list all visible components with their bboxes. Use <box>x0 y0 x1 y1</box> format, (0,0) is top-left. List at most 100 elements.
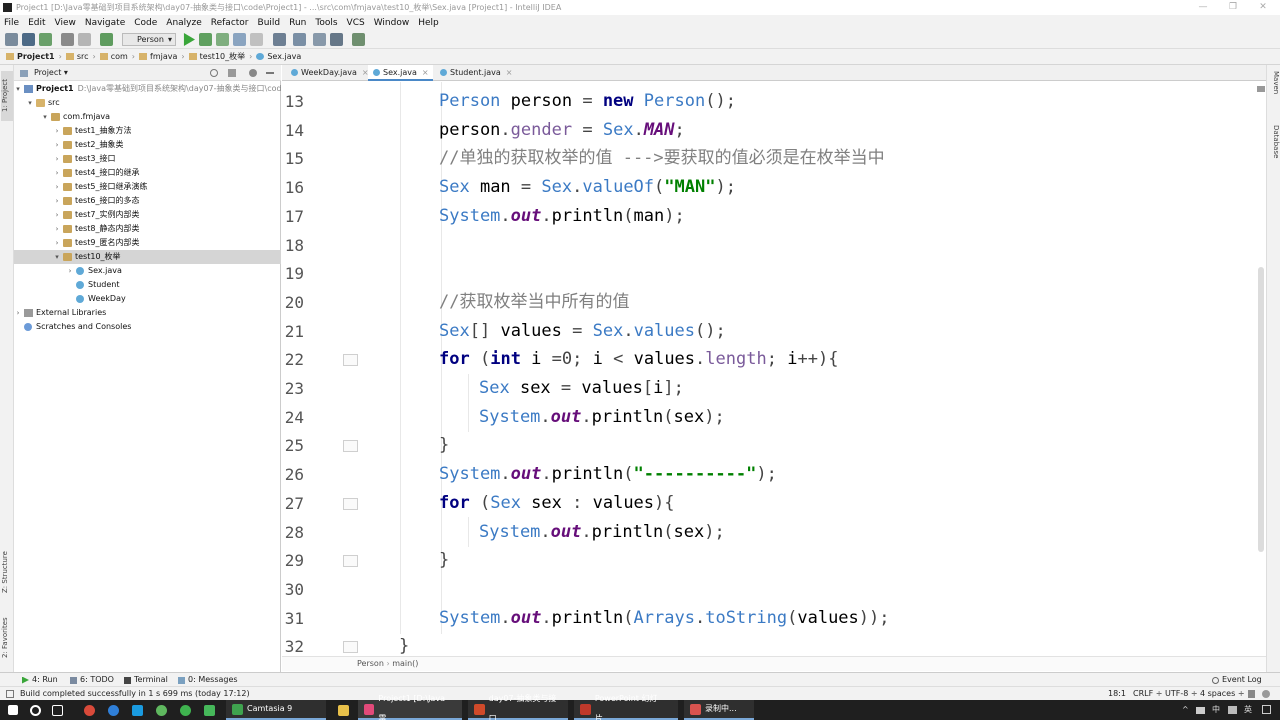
code-line[interactable]: System.out.println(sex); <box>479 406 725 428</box>
ime-indicator[interactable]: 中 <box>1212 700 1220 720</box>
inspector-face-icon[interactable] <box>1262 690 1270 698</box>
layout-icon[interactable] <box>313 33 326 46</box>
close-icon[interactable]: × <box>506 68 513 77</box>
menu-edit[interactable]: Edit <box>28 18 45 28</box>
open-icon[interactable] <box>5 33 18 46</box>
code-line[interactable]: System.out.println(sex); <box>479 521 725 543</box>
code-line[interactable]: System.out.println("----------"); <box>439 463 777 485</box>
project-view-selector[interactable]: Project <box>34 68 61 77</box>
tree-item[interactable]: › test6_接口的多态 <box>14 194 281 208</box>
chevron-right-icon[interactable]: › <box>14 306 22 320</box>
collapse-all-icon[interactable] <box>228 69 236 77</box>
tab-student-java[interactable]: Student.java × <box>435 65 513 81</box>
menu-tools[interactable]: Tools <box>315 18 337 28</box>
tray-expand-icon[interactable]: ^ <box>1182 700 1189 720</box>
todo-tool-button[interactable]: 6: TODO <box>70 673 114 687</box>
chevron-down-icon[interactable]: ▾ <box>26 96 34 110</box>
file-encoding[interactable]: UTF-8 ÷ <box>1165 687 1198 701</box>
code-line[interactable]: Person person = new Person(); <box>439 90 736 112</box>
chevron-down-icon[interactable]: ▾ <box>14 82 22 96</box>
fold-marker-icon[interactable] <box>343 641 358 654</box>
menu-view[interactable]: View <box>55 18 76 28</box>
chevron-right-icon[interactable]: › <box>66 264 74 278</box>
code-line[interactable]: //获取枚举当中所有的值 <box>439 291 629 313</box>
tree-item[interactable]: › test7_实例内部类 <box>14 208 281 222</box>
structure-tool-tab[interactable]: Z: Structure <box>1 545 13 600</box>
code-line[interactable]: for (int i =0; i < values.length; i++){ <box>439 348 838 370</box>
taskbar-powerpoint-slideshow[interactable]: PowerPoint 幻灯片... <box>574 694 678 720</box>
chevron-right-icon[interactable]: › <box>53 124 61 138</box>
event-log-button[interactable]: Event Log <box>1212 673 1262 687</box>
fold-marker-icon[interactable] <box>343 555 358 568</box>
chevron-down-icon[interactable]: ▾ <box>53 250 61 264</box>
status-toggle-icon[interactable] <box>6 690 14 698</box>
build-hammer-icon[interactable] <box>100 33 113 46</box>
code-line[interactable]: //单独的获取枚举的值 --->要获取的值必须是在枚举当中 <box>439 147 885 169</box>
gear-icon[interactable] <box>249 69 257 77</box>
file-explorer-icon[interactable] <box>338 700 353 720</box>
code-line[interactable]: } <box>439 549 449 571</box>
tab-weekday-java[interactable]: WeekDay.java × <box>286 65 369 81</box>
taskbar-intellij[interactable]: Project1 [D:\Java零... <box>358 694 462 720</box>
chevron-right-icon[interactable]: › <box>53 180 61 194</box>
menu-window[interactable]: Window <box>374 18 410 28</box>
run-icon[interactable] <box>183 33 195 46</box>
language-indicator[interactable]: 英 <box>1244 700 1252 720</box>
edge-icon[interactable] <box>108 700 123 720</box>
qq-icon[interactable] <box>156 700 171 720</box>
chevron-right-icon[interactable]: › <box>53 194 61 208</box>
code-line[interactable]: for (Sex sex : values){ <box>439 492 675 514</box>
wechat-icon[interactable] <box>180 700 195 720</box>
maximize-button[interactable]: ❐ <box>1216 0 1250 15</box>
network-icon[interactable] <box>1228 706 1237 714</box>
indent-setting[interactable]: 4 spaces ÷ <box>1200 687 1245 701</box>
code-crumb-method[interactable]: main() <box>392 659 418 668</box>
chrome-icon[interactable] <box>84 700 99 720</box>
tree-item[interactable]: › test2_抽象类 <box>14 138 281 152</box>
back-arrow-icon[interactable] <box>61 33 74 46</box>
chevron-right-icon[interactable]: › <box>53 236 61 250</box>
tree-item[interactable]: › test1_抽象方法 <box>14 124 281 138</box>
taskbar-camtasia[interactable]: Camtasia 9 <box>226 700 326 720</box>
tree-item[interactable]: Student <box>14 278 281 292</box>
minimize-button[interactable]: — <box>1186 0 1220 15</box>
forward-arrow-icon[interactable] <box>78 33 91 46</box>
chevron-right-icon[interactable]: › <box>53 138 61 152</box>
terminal-tool-button[interactable]: Terminal <box>124 673 168 687</box>
menu-code[interactable]: Code <box>134 18 157 28</box>
hide-panel-icon[interactable] <box>266 72 274 74</box>
tree-item[interactable]: ▾ test10_枚举 <box>14 250 281 264</box>
crumb-com[interactable]: com › <box>99 52 135 61</box>
close-icon[interactable]: × <box>422 68 429 77</box>
code-line[interactable]: System.out.println(man); <box>439 205 685 227</box>
tree-item[interactable]: ▾ src <box>14 96 281 110</box>
vcs-icon[interactable] <box>352 33 365 46</box>
menu-build[interactable]: Build <box>258 18 281 28</box>
sync-icon[interactable] <box>39 33 52 46</box>
code-crumb-class[interactable]: Person <box>357 659 384 668</box>
code-line[interactable]: } <box>439 434 449 456</box>
crumb-project[interactable]: Project1 › <box>6 52 62 61</box>
fold-marker-icon[interactable] <box>343 497 358 510</box>
messages-tool-button[interactable]: 0: Messages <box>178 673 238 687</box>
favorites-tool-tab[interactable]: 2: Favorites <box>1 610 13 665</box>
code-line[interactable]: Sex man = Sex.valueOf("MAN"); <box>439 176 736 198</box>
tree-item[interactable]: › test4_接口的继承 <box>14 166 281 180</box>
maven-tool-tab[interactable]: Maven <box>1269 71 1280 111</box>
code-line[interactable]: } <box>399 635 409 656</box>
menu-vcs[interactable]: VCS <box>347 18 365 28</box>
crumb-test10[interactable]: test10_枚举 › <box>188 51 252 62</box>
line-separator[interactable]: CRLF ÷ <box>1133 687 1162 701</box>
chevron-right-icon[interactable]: › <box>53 166 61 180</box>
tree-item[interactable]: › test9_匿名内部类 <box>14 236 281 250</box>
menu-help[interactable]: Help <box>418 18 439 28</box>
tree-item[interactable]: WeekDay <box>14 292 281 306</box>
tree-item[interactable]: ▾ Project1 D:\Java零基础到项目系统架构\day07-抽象类与接口\… <box>14 82 281 96</box>
chevron-right-icon[interactable]: › <box>53 222 61 236</box>
close-button[interactable]: ✕ <box>1246 0 1280 15</box>
taskbar-recording[interactable]: 录制中... <box>684 700 754 720</box>
code-line[interactable]: person.gender = Sex.MAN; <box>439 119 685 141</box>
tree-item[interactable]: › External Libraries <box>14 306 281 320</box>
run-tool-button[interactable]: 4: Run <box>22 673 58 687</box>
app-icon[interactable] <box>204 700 219 720</box>
